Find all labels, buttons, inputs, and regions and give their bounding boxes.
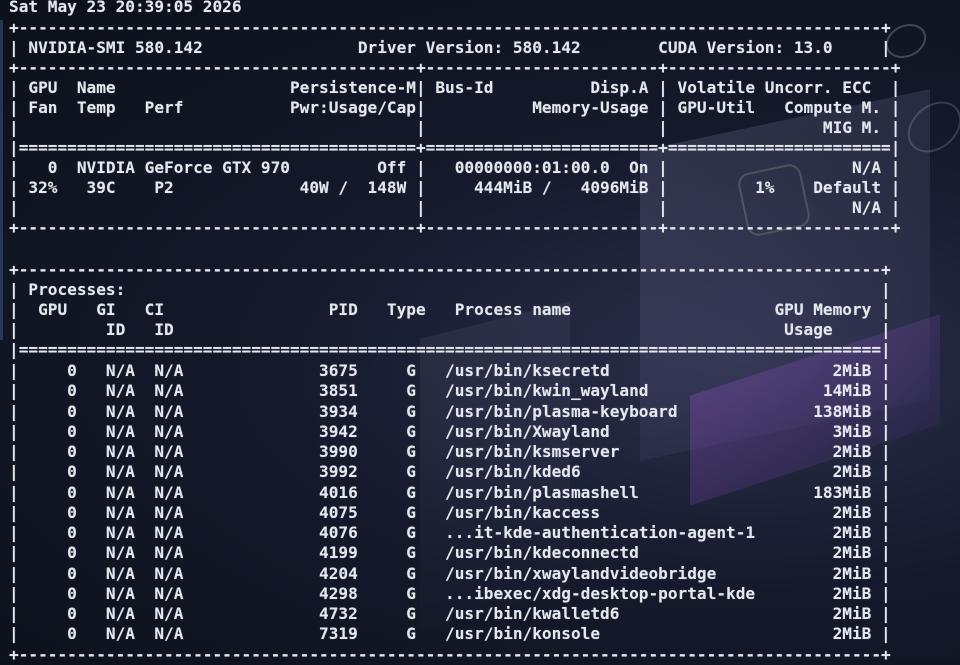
double-separator-line: |=======================================… <box>9 138 901 157</box>
process-row: | 0 N/A N/A 4199 G /usr/bin/kdeconnectd … <box>9 543 891 563</box>
process-row: | 0 N/A N/A 4204 G /usr/bin/xwaylandvide… <box>9 563 891 583</box>
bottom-border-line: +---------------------------------------… <box>9 645 891 664</box>
process-row: | 0 N/A N/A 4732 G /usr/bin/kwalletd6 2M… <box>9 604 891 623</box>
process-double-separator: |=======================================… <box>9 340 891 359</box>
border-line: +---------------------------------------… <box>9 18 891 37</box>
process-row: | 0 N/A N/A 3675 G /usr/bin/ksecretd 2Mi… <box>9 361 891 380</box>
gpu-column-header-1: | GPU Name Persistence-M| Bus-Id Disp.A … <box>9 78 901 97</box>
separator-line-2: +---------------------------------------… <box>9 218 901 237</box>
process-column-header-1: | GPU GI CI PID Type Process name GPU Me… <box>9 300 891 319</box>
process-row: | 0 N/A N/A 7319 G /usr/bin/konsole 2MiB… <box>9 624 891 644</box>
process-row: | 0 N/A N/A 3992 G /usr/bin/kded6 2MiB | <box>9 462 891 482</box>
process-row: | 0 N/A N/A 3942 G /usr/bin/Xwayland 3Mi… <box>9 421 891 441</box>
process-column-header-2: | ID ID Usage | <box>9 320 891 339</box>
gpu-column-header-2: | Fan Temp Perf Pwr:Usage/Cap| Memory-Us… <box>9 98 901 117</box>
timestamp-line: Sat May 23 20:39:05 2026 <box>9 0 242 16</box>
process-row: | 0 N/A N/A 3990 G /usr/bin/ksmserver 2M… <box>9 442 891 461</box>
smi-header-line: | NVIDIA-SMI 580.142 Driver Version: 580… <box>9 38 891 57</box>
wallpaper-swirl-shape-2 <box>897 91 960 163</box>
gpu-row-2: | 32% 39C P2 40W / 148W | 444MiB / 4096M… <box>9 178 901 197</box>
process-row: | 0 N/A N/A 4298 G ...ibexec/xdg-desktop… <box>9 583 891 603</box>
process-row: | 0 N/A N/A 4076 G ...it-kde-authenticat… <box>9 523 891 542</box>
processes-title-line: | Processes: | <box>9 280 891 299</box>
separator-line: +---------------------------------------… <box>9 58 901 77</box>
process-row: | 0 N/A N/A 3851 G /usr/bin/kwin_wayland… <box>9 381 891 401</box>
process-row: | 0 N/A N/A 3934 G /usr/bin/plasma-keybo… <box>9 401 891 421</box>
gpu-column-header-3: | | | MIG M. | <box>9 118 901 137</box>
process-row: | 0 N/A N/A 4016 G /usr/bin/plasmashell … <box>9 482 891 502</box>
gpu-row-1: | 0 NVIDIA GeForce GTX 970 Off | 0000000… <box>9 158 901 177</box>
gpu-row-3: | | | N/A | <box>9 198 901 217</box>
terminal-left-edge <box>0 20 3 340</box>
border-line-2: +---------------------------------------… <box>9 260 891 279</box>
process-row: | 0 N/A N/A 4075 G /usr/bin/kaccess 2MiB… <box>9 502 891 522</box>
